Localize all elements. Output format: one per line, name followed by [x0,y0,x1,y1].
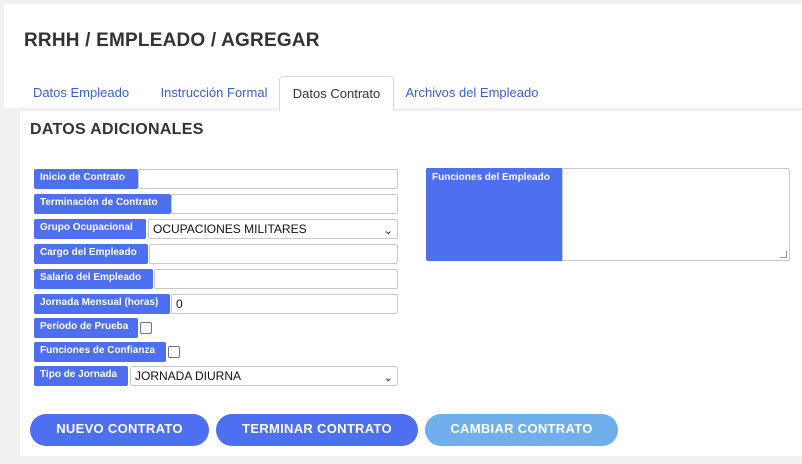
row-jornada-mensual: Jornada Mensual (horas) 0 [34,294,398,314]
terminacion-contrato-input[interactable] [171,194,398,214]
nuevo-contrato-button[interactable]: NUEVO CONTRATO [30,414,209,446]
funciones-confianza-label: Funciones de Confianza [34,342,166,362]
tipo-jornada-value: JORNADA DIURNA [135,369,242,383]
cargo-empleado-input[interactable] [149,244,398,264]
row-cargo-empleado: Cargo del Empleado [34,244,398,264]
tab-archivos-empleado[interactable]: Archivos del Empleado [402,76,542,112]
periodo-prueba-label: Período de Prueba [34,318,138,338]
inicio-contrato-label: Inicio de Contrato [34,169,138,189]
grupo-ocupacional-label: Grupo Ocupacional [34,219,146,239]
tipo-jornada-select[interactable]: JORNADA DIURNA ⌄ [130,366,398,386]
resize-grip-icon[interactable] [780,251,787,258]
funciones-empleado-label: Funciones del Empleado [426,168,562,261]
salario-empleado-label: Salario del Empleado [34,269,153,289]
tipo-jornada-label: Tipo de Jornada [34,366,128,386]
row-periodo-prueba: Período de Prueba [34,318,164,338]
row-terminacion-contrato: Terminación de Contrato [34,194,398,214]
funciones-empleado-textarea[interactable] [562,168,790,261]
row-funciones-confianza: Funciones de Confianza [34,342,194,362]
row-salario-empleado: Salario del Empleado [34,269,398,289]
periodo-prueba-checkbox[interactable] [140,322,152,334]
section-title: DATOS ADICIONALES [30,121,204,138]
inicio-contrato-input[interactable] [138,169,398,189]
cambiar-contrato-button[interactable]: CAMBIAR CONTRATO [425,414,618,446]
page-title: RRHH / EMPLEADO / AGREGAR [24,30,320,51]
row-grupo-ocupacional: Grupo Ocupacional OCUPACIONES MILITARES … [34,219,398,239]
grupo-ocupacional-value: OCUPACIONES MILITARES [153,222,307,236]
tab-instruccion-formal[interactable]: Instrucción Formal [150,76,278,112]
terminacion-contrato-label: Terminación de Contrato [34,194,171,214]
grupo-ocupacional-select[interactable]: OCUPACIONES MILITARES ⌄ [148,219,398,239]
page: RRHH / EMPLEADO / AGREGAR Datos Empleado… [0,0,802,464]
salario-empleado-input[interactable] [154,269,398,289]
chevron-down-icon: ⌄ [383,225,393,237]
terminar-contrato-button[interactable]: TERMINAR CONTRATO [216,414,418,446]
cargo-empleado-label: Cargo del Empleado [34,244,148,264]
tab-datos-empleado[interactable]: Datos Empleado [20,76,142,112]
row-inicio-contrato: Inicio de Contrato [34,169,398,189]
chevron-down-icon: ⌄ [383,372,393,384]
jornada-mensual-label: Jornada Mensual (horas) [34,294,170,314]
row-tipo-jornada: Tipo de Jornada JORNADA DIURNA ⌄ [34,366,398,386]
funciones-confianza-checkbox[interactable] [168,346,180,358]
tab-datos-contrato[interactable]: Datos Contrato [279,76,394,112]
jornada-mensual-input[interactable]: 0 [171,294,398,314]
content-panel: DATOS ADICIONALES Inicio de Contrato Ter… [20,111,802,456]
